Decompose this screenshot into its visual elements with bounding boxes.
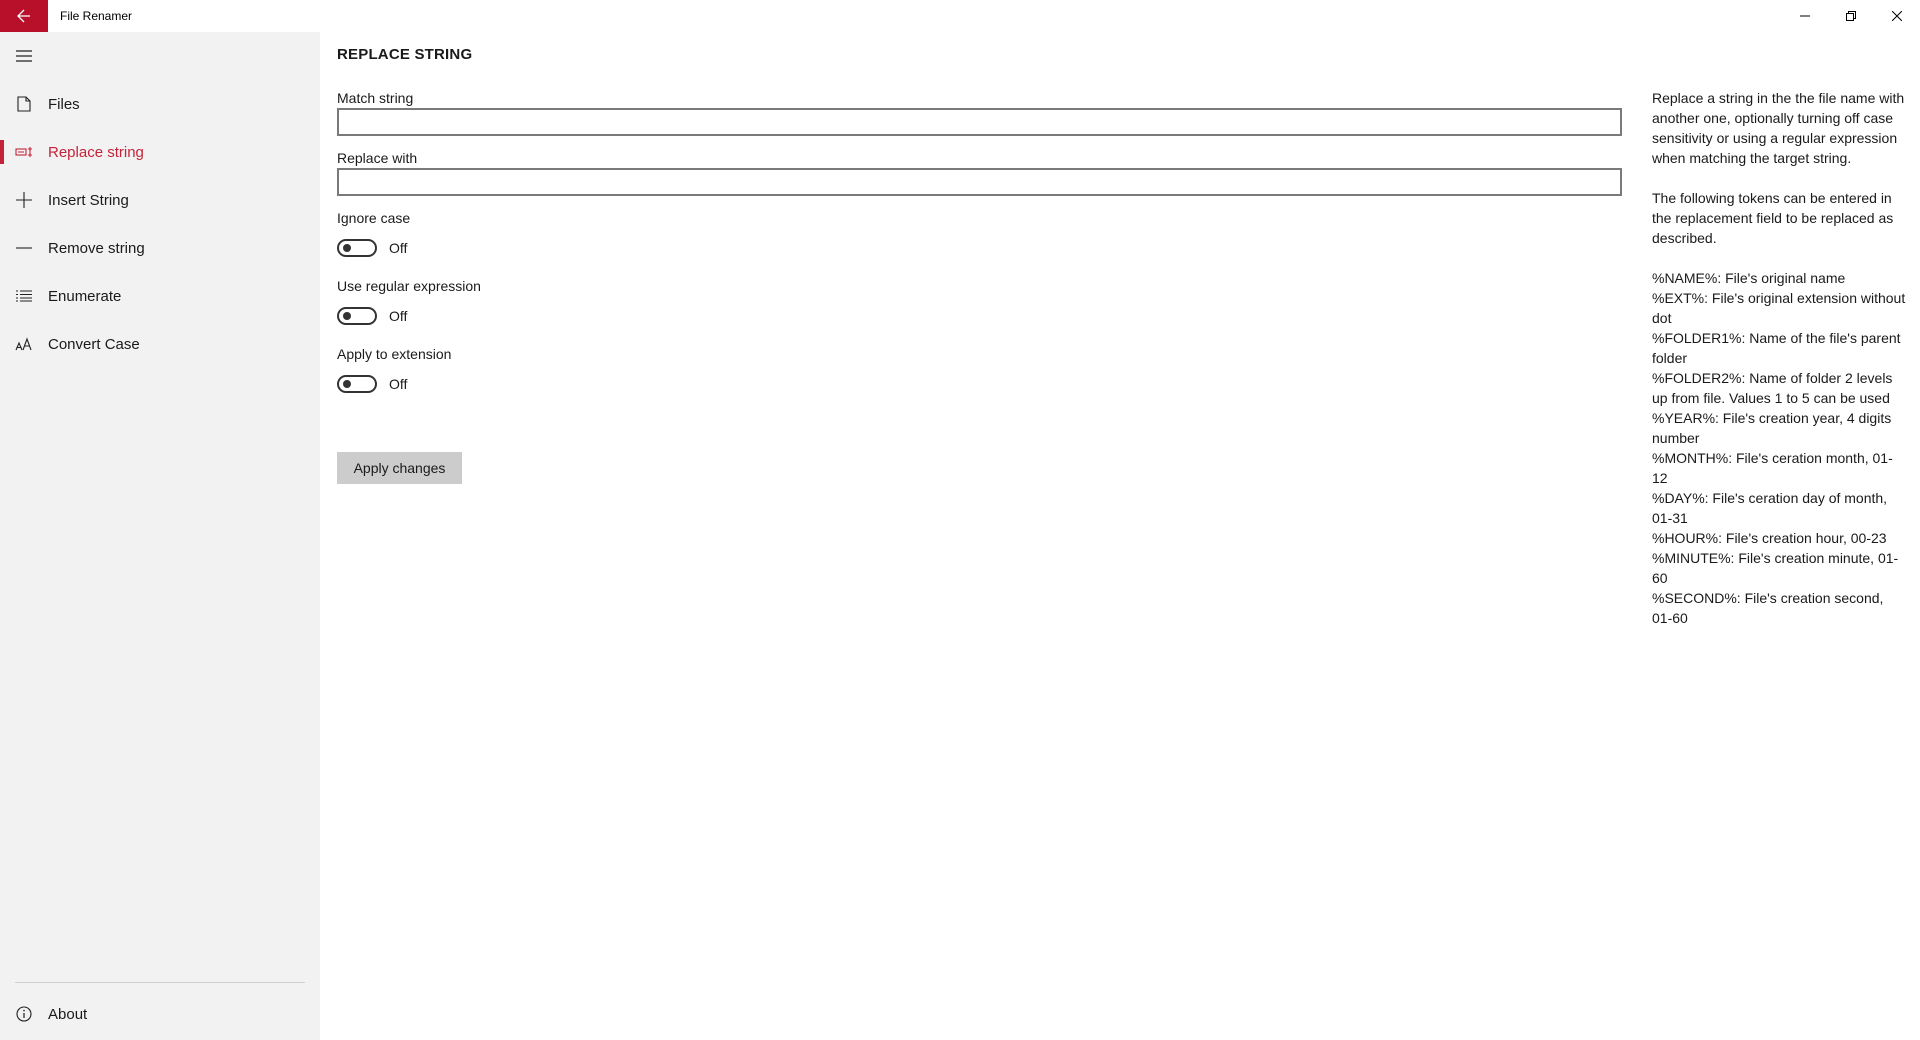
apply-extension-label: Apply to extension xyxy=(337,346,452,362)
regex-state: Off xyxy=(389,308,408,324)
replace-with-label: Replace with xyxy=(337,150,418,166)
replace-with-input[interactable] xyxy=(337,168,1622,196)
page-title: REPLACE STRING xyxy=(337,46,473,63)
sidebar-item-label: Replace string xyxy=(48,143,144,161)
apply-extension-row: Off xyxy=(337,375,407,393)
sidebar-item-label: About xyxy=(48,1005,88,1023)
sidebar-item-insert-string[interactable]: Insert String xyxy=(0,176,320,224)
regex-row: Off xyxy=(337,307,407,325)
token-item: %NAME%: File's original name xyxy=(1652,270,1846,286)
minus-icon xyxy=(0,224,48,272)
replace-icon xyxy=(0,128,48,176)
list-icon xyxy=(0,272,48,320)
sidebar-item-enumerate[interactable]: Enumerate xyxy=(0,272,320,320)
sidebar-item-label: Files xyxy=(48,95,80,113)
ignore-case-label: Ignore case xyxy=(337,210,411,226)
apply-extension-state: Off xyxy=(389,376,408,392)
help-description: Replace a string in the the file name wi… xyxy=(1652,90,1905,166)
help-tokens-intro: The following tokens can be entered in t… xyxy=(1652,190,1894,246)
restore-icon xyxy=(1846,11,1856,21)
token-item: %MONTH%: File's ceration month, 01-12 xyxy=(1652,450,1893,486)
token-list: %NAME%: File's original name %EXT%: File… xyxy=(1652,268,1907,628)
file-icon xyxy=(0,80,48,128)
ignore-case-state: Off xyxy=(389,240,408,256)
back-button[interactable] xyxy=(0,0,48,32)
minimize-button[interactable] xyxy=(1782,0,1828,32)
match-string-label: Match string xyxy=(337,90,414,106)
close-icon xyxy=(1892,11,1902,21)
token-item: %DAY%: File's ceration day of month, 01-… xyxy=(1652,490,1888,526)
info-icon xyxy=(0,990,48,1038)
sidebar-item-label: Enumerate xyxy=(48,287,122,305)
match-string-input[interactable] xyxy=(337,108,1622,136)
title-bar: File Renamer xyxy=(0,0,1920,32)
hamburger-icon xyxy=(16,50,32,62)
sidebar: Files Replace string Insert String Remov… xyxy=(0,32,320,1040)
token-item: %FOLDER2%: Name of folder 2 levels up fr… xyxy=(1652,370,1893,406)
toggle-knob xyxy=(343,244,351,252)
app-title: File Renamer xyxy=(60,9,133,23)
toggle-knob xyxy=(343,312,351,320)
sidebar-item-files[interactable]: Files xyxy=(0,80,320,128)
token-item: %EXT%: File's original extension without… xyxy=(1652,290,1906,326)
minimize-icon xyxy=(1800,15,1810,17)
token-item: %SECOND%: File's creation second, 01-60 xyxy=(1652,590,1884,626)
sidebar-item-convert-case[interactable]: Convert Case xyxy=(0,320,320,368)
apply-extension-toggle[interactable] xyxy=(337,375,377,393)
ignore-case-row: Off xyxy=(337,239,407,257)
token-item: %FOLDER1%: Name of the file's parent fol… xyxy=(1652,330,1901,366)
close-button[interactable] xyxy=(1874,0,1920,32)
sidebar-item-about[interactable]: About xyxy=(0,990,320,1038)
sidebar-item-replace-string[interactable]: Replace string xyxy=(0,128,320,176)
help-panel: Replace a string in the the file name wi… xyxy=(1652,88,1907,628)
sidebar-divider xyxy=(15,982,305,983)
token-item: %MINUTE%: File's creation minute, 01-60 xyxy=(1652,550,1899,586)
regex-toggle[interactable] xyxy=(337,307,377,325)
sidebar-item-label: Remove string xyxy=(48,239,145,257)
ignore-case-toggle[interactable] xyxy=(337,239,377,257)
sidebar-item-label: Insert String xyxy=(48,191,129,209)
app-window: File Renamer Files Replace string Insert… xyxy=(0,0,1920,1040)
toggle-knob xyxy=(343,380,351,388)
apply-changes-button[interactable]: Apply changes xyxy=(337,452,462,484)
sidebar-item-label: Convert Case xyxy=(48,335,140,353)
plus-icon xyxy=(0,176,48,224)
hamburger-button[interactable] xyxy=(0,32,48,80)
sidebar-item-remove-string[interactable]: Remove string xyxy=(0,224,320,272)
token-item: %YEAR%: File's creation year, 4 digits n… xyxy=(1652,410,1892,446)
token-item: %HOUR%: File's creation hour, 00-23 xyxy=(1652,530,1887,546)
font-case-icon xyxy=(0,320,48,368)
restore-button[interactable] xyxy=(1828,0,1874,32)
regex-label: Use regular expression xyxy=(337,278,481,294)
back-arrow-icon xyxy=(17,9,30,23)
